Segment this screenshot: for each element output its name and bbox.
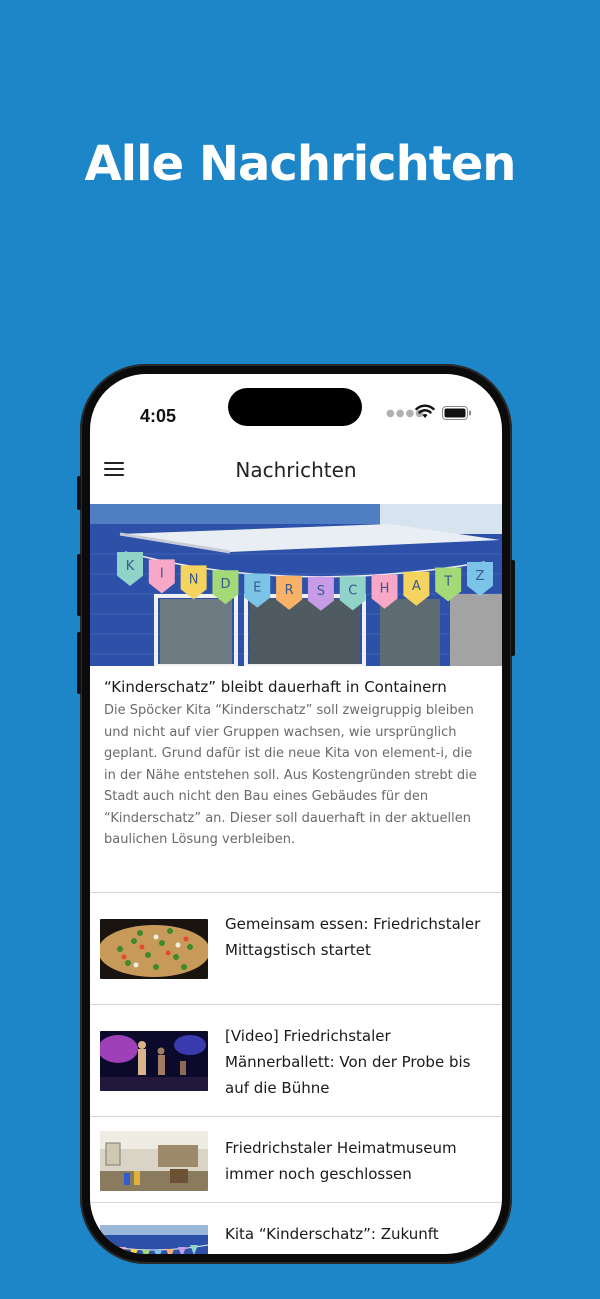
phone-screen: 4:05 ●●●● Nachrichten K I N D E R S C H … <box>90 374 502 1254</box>
news-item-title[interactable]: Kita “Kinderschatz”: Zukunft <box>225 1221 495 1247</box>
banner-letter: N <box>189 572 199 587</box>
featured-article-title[interactable]: “Kinderschatz” bleibt dauerhaft in Conta… <box>104 678 488 696</box>
page-headline: Alle Nachrichten <box>84 136 517 192</box>
featured-article[interactable]: “Kinderschatz” bleibt dauerhaft in Conta… <box>90 666 502 851</box>
power-button <box>511 560 515 656</box>
news-thumbnail-kita <box>100 1225 208 1254</box>
topbar-title: Nachrichten <box>235 458 357 482</box>
banner-letter: Z <box>476 569 485 584</box>
news-item-title[interactable]: Friedrichstaler Heimatmuseum immer noch … <box>225 1135 495 1187</box>
volume-down-button <box>77 632 81 694</box>
battery-icon <box>442 406 471 420</box>
banner-letter: A <box>412 579 421 594</box>
news-list-item[interactable]: Kita “Kinderschatz”: Zukunft <box>90 1203 502 1254</box>
banner-letter: T <box>443 575 452 590</box>
wifi-icon <box>415 404 435 418</box>
banner-letter: E <box>253 581 261 596</box>
banner-letter: D <box>220 577 230 592</box>
banner-letter: I <box>160 566 164 581</box>
news-thumbnail-food <box>100 919 208 979</box>
banner-letter: K <box>126 559 135 574</box>
dynamic-island <box>228 388 362 426</box>
news-thumbnail-stage <box>100 1031 208 1091</box>
news-thumbnail-museum <box>100 1131 208 1191</box>
banner-letter: C <box>348 583 357 598</box>
hamburger-menu-icon[interactable] <box>104 462 124 478</box>
volume-up-button <box>77 554 81 616</box>
banner-letter: R <box>285 583 294 598</box>
news-item-title[interactable]: [Video] Friedrichstaler Männerballett: V… <box>225 1023 495 1101</box>
status-time: 4:05 <box>140 406 177 426</box>
banner-letter: H <box>380 582 390 597</box>
news-item-title[interactable]: Gemeinsam essen: Friedrichstaler Mittags… <box>225 911 495 963</box>
kita-banner-illustration: K I N D E R S C H A T Z <box>90 504 502 666</box>
featured-image[interactable]: K I N D E R S C H A T Z <box>90 504 502 666</box>
status-bar: 4:05 ●●●● <box>90 374 502 436</box>
news-list-item[interactable]: [Video] Friedrichstaler Männerballett: V… <box>90 1005 502 1115</box>
phone-frame: 4:05 ●●●● Nachrichten K I N D E R S C H … <box>77 364 515 1264</box>
featured-article-summary: Die Spöcker Kita “Kinderschatz” soll zwe… <box>104 703 477 847</box>
app-topbar: Nachrichten <box>90 436 502 504</box>
banner-letter: S <box>317 584 325 599</box>
mute-switch <box>77 476 81 510</box>
news-list-item[interactable]: Gemeinsam essen: Friedrichstaler Mittags… <box>90 893 502 1003</box>
